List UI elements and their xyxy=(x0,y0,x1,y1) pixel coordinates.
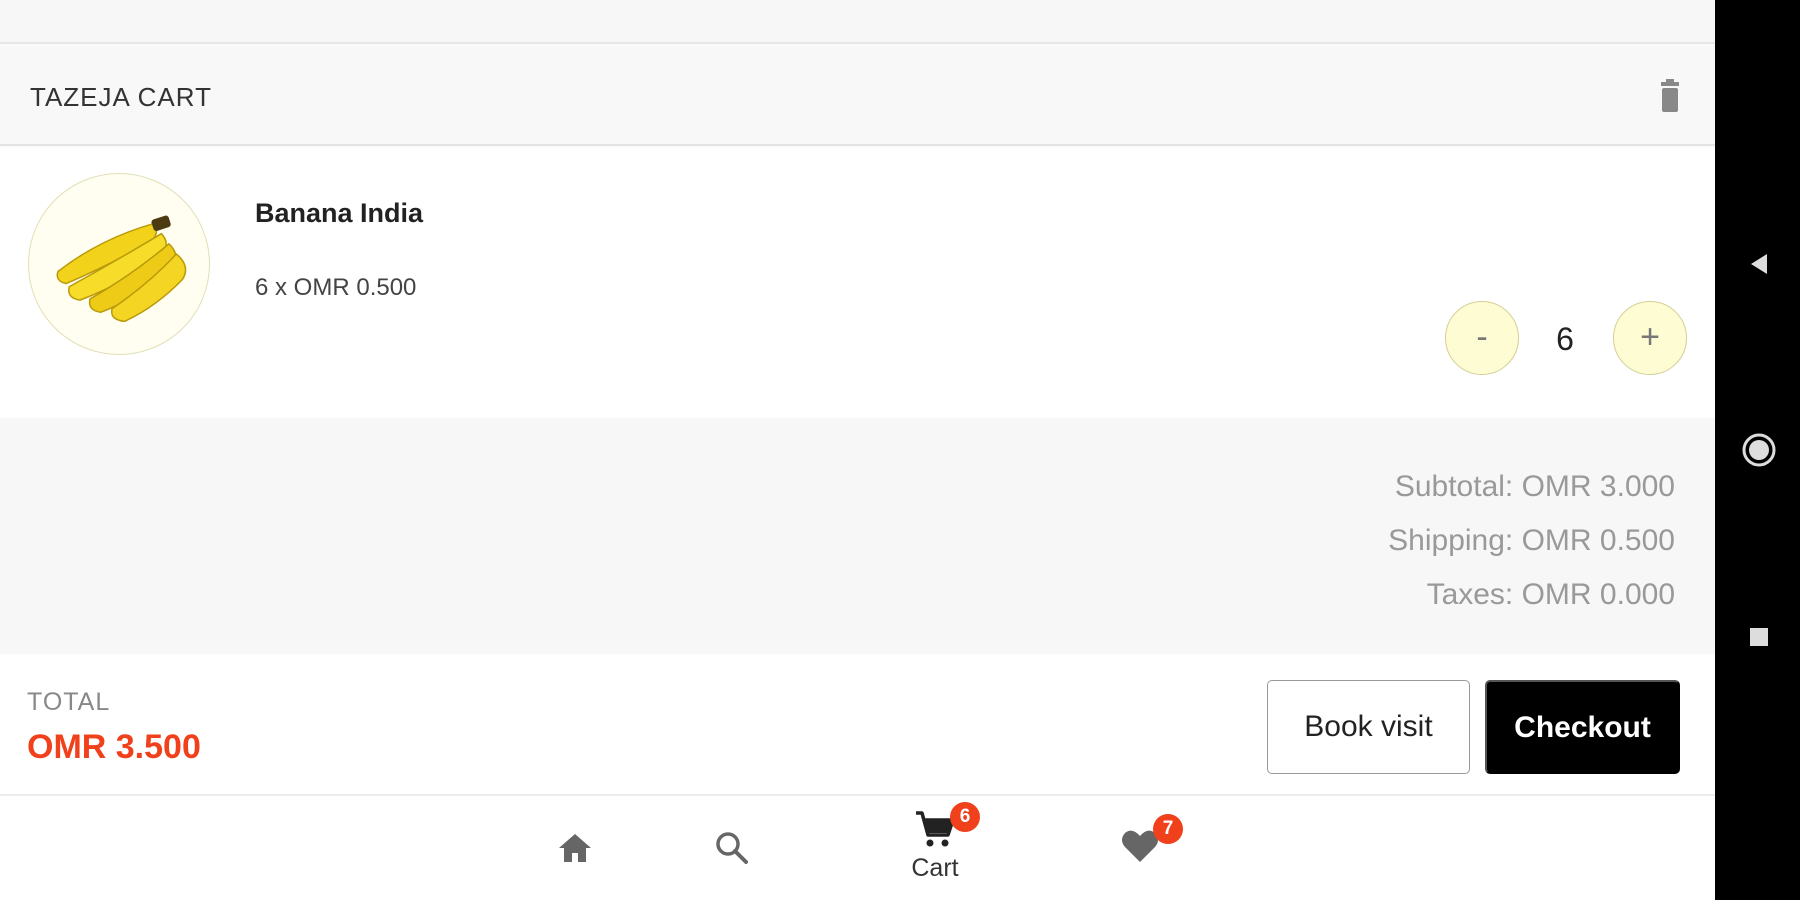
wishlist-count-badge: 7 xyxy=(1153,814,1183,844)
home-icon[interactable] xyxy=(553,826,597,870)
book-visit-button[interactable]: Book visit xyxy=(1267,680,1470,774)
back-icon[interactable] xyxy=(1737,242,1781,286)
nav-cart[interactable]: 6 Cart xyxy=(880,802,990,898)
system-navigation-bar xyxy=(1715,0,1800,900)
subtotal-text: Subtotal: OMR 3.000 xyxy=(1394,470,1675,503)
recent-apps-icon[interactable] xyxy=(1737,615,1781,659)
cart-title: TAZEJA CART xyxy=(30,82,212,112)
top-bar xyxy=(0,0,1715,44)
product-price-line: 6 x OMR 0.500 xyxy=(255,274,417,301)
total-bar: TOTAL OMR 3.500 Book visit Checkout xyxy=(0,654,1715,796)
cart-label: Cart xyxy=(911,854,959,882)
bottom-navigation: 6 Cart 7 xyxy=(0,796,1715,900)
product-image xyxy=(28,173,210,355)
cart-item: Banana India 6 x OMR 0.500 - 6 + xyxy=(0,148,1715,418)
cart-screen: TAZEJA CART Banana India 6 x OMR 0.500 -… xyxy=(0,0,1715,900)
wishlist-nav[interactable]: 7 xyxy=(1118,814,1183,874)
decrease-quantity-button[interactable]: - xyxy=(1445,301,1519,375)
order-summary: Subtotal: OMR 3.000 Shipping: OMR 0.500 … xyxy=(0,418,1715,654)
total-label: TOTAL xyxy=(27,688,111,716)
cart-header: TAZEJA CART xyxy=(0,46,1715,146)
cart-count-badge: 6 xyxy=(950,802,980,832)
shipping-text: Shipping: OMR 0.500 xyxy=(1388,524,1675,557)
home-circle-icon[interactable] xyxy=(1737,428,1781,472)
checkout-button[interactable]: Checkout xyxy=(1485,680,1680,774)
taxes-text: Taxes: OMR 0.000 xyxy=(1426,578,1675,611)
product-name: Banana India xyxy=(255,198,424,228)
quantity-value: 6 xyxy=(1556,321,1574,357)
search-icon[interactable] xyxy=(710,826,754,870)
trash-icon[interactable] xyxy=(1650,76,1690,116)
increase-quantity-button[interactable]: + xyxy=(1613,301,1687,375)
total-value: OMR 3.500 xyxy=(27,728,201,766)
